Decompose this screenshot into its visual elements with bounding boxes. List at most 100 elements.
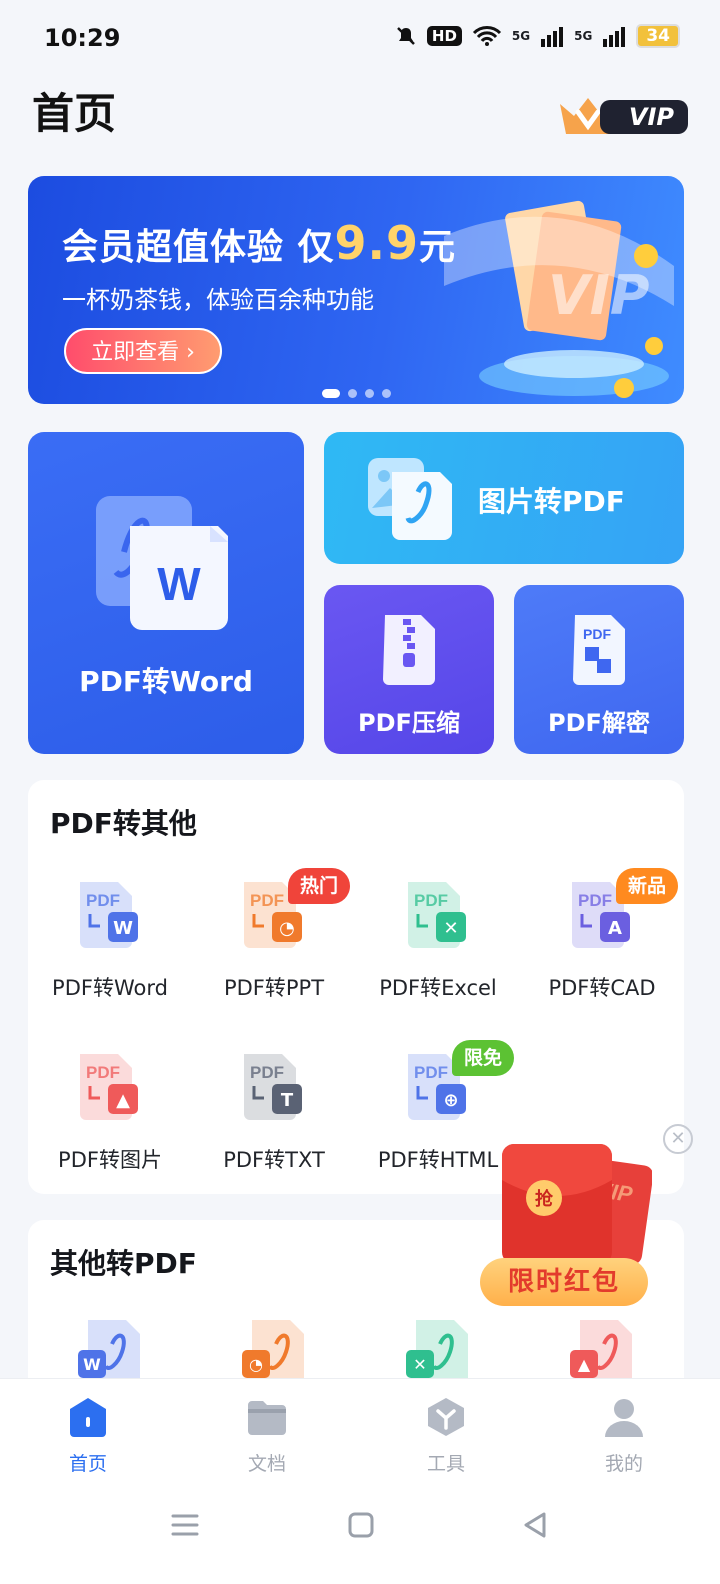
status-icons: HD 5G 5G 34: [395, 24, 680, 48]
status-time: 10:29: [44, 24, 121, 52]
pdf-to-txt-icon: PDF T: [242, 1052, 306, 1124]
pdf-decrypt-card[interactable]: PDF PDF解密: [514, 585, 684, 754]
pdf-to-word-card-icon: W: [96, 496, 228, 630]
pdf-unlock-icon-text: PDF: [583, 626, 611, 642]
pdf-to-word-icon: PDF W: [78, 880, 142, 952]
svg-text:✕: ✕: [413, 1355, 426, 1374]
tool-label: PDF转Word: [52, 976, 168, 1000]
banner-title-prefix: 会员超值体验 仅: [62, 227, 335, 268]
vip-button[interactable]: VIP: [556, 96, 688, 136]
section-title: 其他转PDF: [50, 1247, 197, 1280]
tab-tools[interactable]: 工具: [386, 1395, 506, 1475]
signal-1-label: 5G: [511, 29, 531, 43]
system-nav-bar: [0, 1490, 720, 1560]
signal-1-icon: [541, 27, 564, 47]
folder-icon: [248, 1401, 286, 1435]
svg-text:◔: ◔: [249, 1355, 263, 1374]
tool-item[interactable]: PDF T PDF转TXT: [192, 1052, 356, 1192]
zip-file-icon: [383, 615, 435, 685]
image-to-pdf-label: 图片转PDF: [478, 485, 625, 518]
tab-home-label: 首页: [68, 1453, 107, 1475]
status-bar: 10:29 HD 5G 5G 34: [0, 0, 720, 80]
tool-item[interactable]: PDF ✕ PDF转Excel: [356, 880, 520, 1020]
pager-dot: [382, 389, 391, 398]
vip-label: VIP: [600, 100, 688, 134]
red-envelope-icon: VIP 抢: [502, 1144, 652, 1265]
word-letter: W: [157, 558, 201, 610]
menu-icon[interactable]: [170, 1510, 200, 1540]
pdf-to-word-card[interactable]: W PDF转Word: [28, 432, 304, 754]
svg-text:W: W: [83, 1355, 101, 1374]
pdf-compress-label: PDF压缩: [358, 709, 460, 737]
home-square-icon[interactable]: [346, 1510, 376, 1540]
battery-indicator: 34: [636, 24, 680, 48]
tab-profile-label: 我的: [604, 1453, 643, 1475]
svg-text:W: W: [113, 918, 133, 939]
svg-text:✕: ✕: [443, 918, 458, 939]
icon-pdf-text: PDF: [414, 891, 448, 910]
tool-item[interactable]: PDF ▲ PDF转图片: [28, 1052, 192, 1192]
tool-label: PDF转Excel: [379, 976, 497, 1000]
hd-icon: HD: [426, 26, 462, 46]
tab-profile[interactable]: 我的: [564, 1395, 684, 1475]
home-icon: [70, 1398, 106, 1437]
banner-pager: [322, 389, 391, 398]
svg-text:⊕: ⊕: [443, 1090, 458, 1111]
pdf-to-other-section: PDF转其他 PDF W PDF转Word PDF ◔ PDF转PPT 热门 PD…: [28, 780, 684, 1194]
tool-item[interactable]: PDF A PDF转CAD 新品: [520, 868, 684, 1020]
banner-title: 会员超值体验 仅9.9元: [62, 216, 456, 270]
pager-dot: [365, 389, 374, 398]
svg-text:A: A: [608, 918, 622, 939]
pdf-compress-card[interactable]: PDF压缩: [324, 585, 494, 754]
svg-text:T: T: [281, 1090, 294, 1111]
tab-documents-label: 文档: [247, 1453, 286, 1475]
image-to-pdf-card[interactable]: 图片转PDF: [324, 432, 684, 564]
icon-pdf-text: PDF: [86, 891, 120, 910]
banner-art-text: VIP: [548, 264, 650, 327]
red-packet-promo[interactable]: VIP 抢 限时红包: [478, 1140, 652, 1312]
pager-dot: [322, 389, 340, 398]
banner-view-button[interactable]: 立即查看 ›: [64, 328, 222, 374]
icon-pdf-text: PDF: [578, 891, 612, 910]
profile-icon: [605, 1399, 643, 1437]
tool-label: PDF转图片: [58, 1148, 162, 1172]
svg-text:▲: ▲: [578, 1355, 591, 1374]
close-promo-button[interactable]: ✕: [663, 1124, 693, 1154]
signal-2-icon: [603, 27, 626, 47]
banner-subtitle: 一杯奶茶钱，体验百余种功能: [62, 286, 374, 314]
image-to-pdf-card-icon: [368, 458, 452, 540]
tag-badge: 限免: [452, 1040, 515, 1076]
icon-pdf-text: PDF: [250, 891, 284, 910]
page-header: 首页 VIP: [32, 86, 688, 146]
toolbox-icon: [428, 1398, 464, 1436]
red-envelope-grab-text: 抢: [535, 1188, 554, 1210]
tab-tools-label: 工具: [426, 1453, 465, 1475]
pdf-decrypt-label: PDF解密: [548, 709, 650, 737]
banner-price: 9.9: [334, 216, 420, 270]
pdf-to-excel-icon: PDF ✕: [406, 880, 470, 952]
red-packet-label: 限时红包: [480, 1258, 648, 1306]
tool-item[interactable]: PDF W PDF转Word: [28, 880, 192, 1020]
wifi-icon: [472, 26, 502, 46]
section-title: PDF转其他: [50, 807, 197, 840]
tool-label: PDF转PPT: [223, 976, 325, 1000]
icon-pdf-text: PDF: [414, 1063, 448, 1082]
promo-banner[interactable]: 会员超值体验 仅9.9元 一杯奶茶钱，体验百余种功能 立即查看 › VIP: [28, 176, 684, 404]
pdf-to-word-label: PDF转Word: [79, 665, 253, 698]
tool-label: PDF转TXT: [223, 1148, 325, 1172]
pager-dot: [348, 389, 357, 398]
svg-text:◔: ◔: [279, 918, 295, 939]
tag-badge: 新品: [616, 868, 679, 904]
tab-home[interactable]: 首页: [28, 1395, 148, 1475]
pdf-unlock-icon: PDF: [573, 615, 625, 685]
svg-text:▲: ▲: [116, 1090, 130, 1111]
back-triangle-icon[interactable]: [520, 1510, 550, 1540]
tool-label: PDF转CAD: [548, 976, 656, 1000]
pdf-to-image-icon: PDF ▲: [78, 1052, 142, 1124]
mute-bell-icon: [397, 27, 415, 45]
icon-pdf-text: PDF: [250, 1063, 284, 1082]
tab-documents[interactable]: 文档: [207, 1395, 327, 1475]
tag-badge: 热门: [288, 868, 351, 904]
tool-item[interactable]: PDF ◔ PDF转PPT 热门: [192, 868, 356, 1020]
signal-2-label: 5G: [574, 29, 593, 43]
